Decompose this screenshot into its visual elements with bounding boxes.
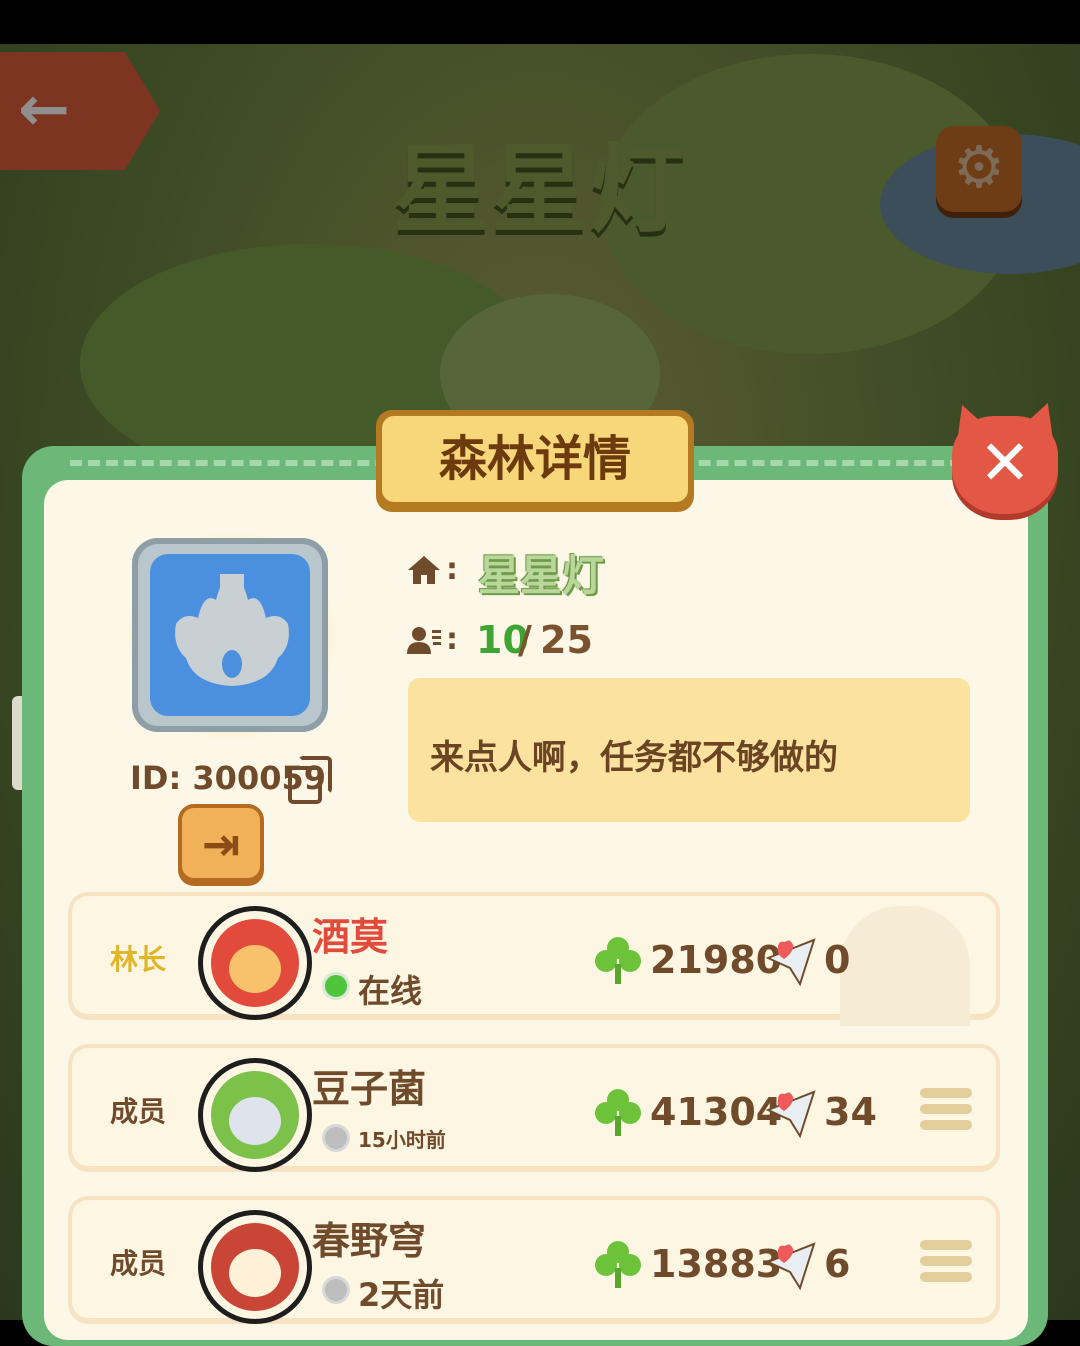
member-role: 林长	[109, 943, 166, 976]
avatar-face	[229, 1249, 281, 1297]
decorative-mascot	[840, 906, 970, 1026]
colon: :	[446, 552, 458, 587]
menu-icon-bar	[920, 1240, 972, 1250]
member-status: 2天前	[358, 1276, 445, 1314]
member-status: 在线	[358, 972, 423, 1010]
avatar[interactable]	[198, 906, 312, 1020]
home-icon	[408, 556, 440, 584]
clover-icon	[595, 937, 641, 984]
dialog-title: 森林详情	[382, 416, 688, 502]
menu-icon-bar	[920, 1088, 972, 1098]
menu-icon-bar	[920, 1120, 972, 1130]
gear-icon: ⚙	[953, 133, 1005, 201]
member-hearts: 0	[824, 938, 851, 982]
member-menu-button[interactable]	[920, 1088, 972, 1138]
leave-forest-button[interactable]: ⇥	[178, 804, 264, 886]
dialog-title-banner: 森林详情	[376, 410, 694, 512]
member-row[interactable]: 成员 春野穹 2天前 13883 6	[68, 1196, 1000, 1324]
forest-name: 星星灯	[478, 551, 605, 600]
crown-icon	[175, 574, 289, 686]
member-count-separator: /	[518, 618, 532, 662]
member-menu-button[interactable]	[920, 1240, 972, 1290]
menu-icon-bar	[920, 1256, 972, 1266]
avatar-face	[229, 945, 281, 993]
clover-icon	[595, 1241, 641, 1288]
member-contribution: 21980	[650, 938, 783, 982]
member-contribution: 41304	[650, 1090, 783, 1134]
bulletin-text: 来点人啊，任务都不够做的	[430, 738, 838, 778]
colon: :	[446, 622, 458, 657]
back-arrow-icon: ←	[18, 72, 70, 145]
member-row[interactable]: 成员 豆子菌 15小时前 41304 34	[68, 1044, 1000, 1172]
avatar-face	[229, 1097, 281, 1145]
member-hearts: 6	[824, 1242, 851, 1286]
member-row[interactable]: 林长 酒莫 在线 21980 0	[68, 892, 1000, 1026]
close-button[interactable]: ✕	[945, 396, 1065, 514]
forest-emblem	[128, 532, 336, 740]
member-count-max: 25	[540, 618, 593, 662]
online-status-dot	[322, 972, 350, 1000]
member-role: 成员	[109, 1095, 166, 1128]
copy-icon[interactable]	[288, 756, 332, 804]
offline-status-dot	[322, 1276, 350, 1304]
clover-icon	[595, 1089, 641, 1136]
status-bar	[0, 0, 1080, 44]
member-name: 春野穹	[312, 1219, 427, 1263]
member-role: 成员	[109, 1247, 166, 1280]
forest-title-background: 星星灯	[393, 134, 687, 246]
member-contribution: 13883	[650, 1242, 783, 1286]
avatar[interactable]	[198, 1058, 312, 1172]
member-status: 15小时前	[358, 1128, 446, 1152]
forest-bulletin: 来点人啊，任务都不够做的	[408, 678, 970, 822]
close-icon: ✕	[979, 426, 1031, 499]
paper-plane-heart-icon	[765, 938, 816, 987]
menu-icon-bar	[920, 1104, 972, 1114]
copy-icon-front	[298, 756, 332, 794]
member-name: 酒莫	[312, 915, 389, 959]
paper-plane-heart-icon	[765, 1090, 816, 1139]
exit-icon: ⇥	[201, 817, 241, 871]
avatar[interactable]	[198, 1210, 312, 1324]
settings-button[interactable]: ⚙	[936, 126, 1022, 212]
member-name: 豆子菌	[312, 1067, 427, 1111]
members-icon	[407, 627, 441, 654]
offline-status-dot	[322, 1124, 350, 1152]
member-hearts: 34	[824, 1090, 877, 1134]
paper-plane-heart-icon	[765, 1242, 816, 1291]
menu-icon-bar	[920, 1272, 972, 1282]
